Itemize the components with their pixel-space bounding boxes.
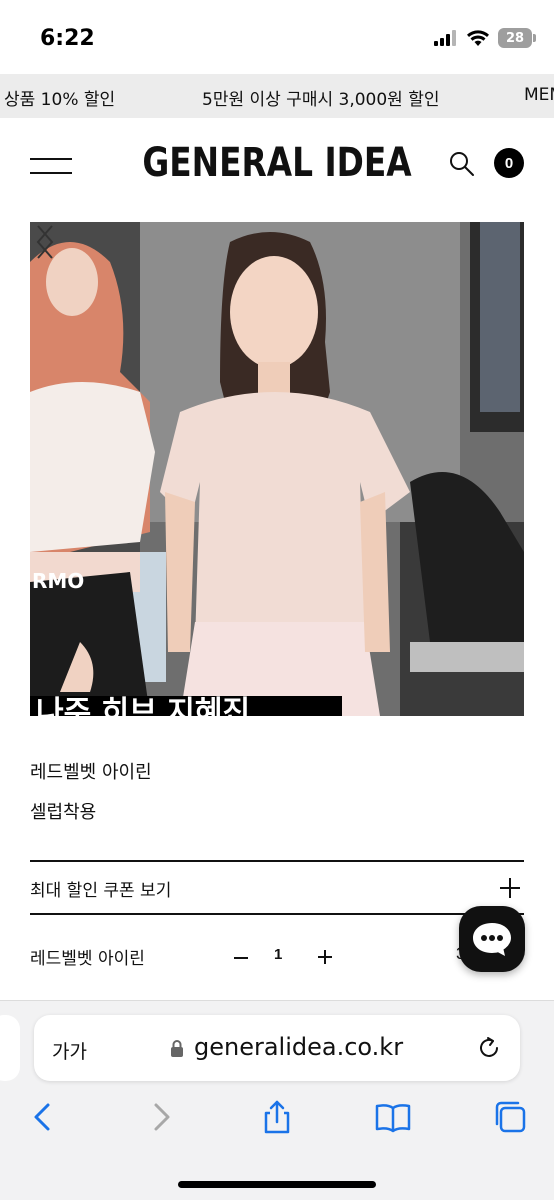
back-icon[interactable]	[26, 1099, 62, 1135]
quantity-value[interactable]: 1	[274, 946, 282, 963]
option-label: 레드벨벳 아이린	[30, 949, 145, 969]
product-tag: 셀럽착용	[30, 802, 97, 823]
lock-icon	[171, 1040, 183, 1057]
battery-indicator: 28	[498, 28, 536, 48]
page-settings-button[interactable]: 가가	[52, 1037, 87, 1064]
search-icon[interactable]	[448, 150, 476, 178]
quantity-minus-button[interactable]	[232, 948, 250, 966]
tabs-icon[interactable]	[492, 1099, 528, 1135]
marquee-text-center: 5만원 이상 구매시 3,000원 할인	[202, 90, 440, 110]
product-image-carousel[interactable]: RMO 나주 히브 지혜진	[30, 222, 524, 716]
status-bar: 6:22 28	[0, 0, 554, 78]
bookmarks-icon[interactable]	[375, 1099, 411, 1135]
browser-bar: 가가 generalidea.co.kr	[0, 1000, 554, 1200]
previous-tab-card[interactable]	[0, 1015, 20, 1081]
marquee-text-left: 상품 10% 할인	[4, 90, 116, 110]
divider	[30, 913, 524, 915]
quantity-plus-button[interactable]	[316, 948, 334, 966]
share-icon[interactable]	[259, 1099, 295, 1135]
address-bar[interactable]: 가가 generalidea.co.kr	[34, 1015, 520, 1081]
wifi-icon	[467, 30, 489, 46]
svg-text:RMO: RMO	[32, 569, 84, 593]
announcement-marquee[interactable]: 상품 10% 할인 5만원 이상 구매시 3,000원 할인 MEM	[0, 74, 554, 118]
expand-plus-icon[interactable]	[500, 878, 520, 898]
hero-overlay-caption: 나주 히브 지혜진	[36, 695, 250, 716]
product-photo: RMO 나주 히브 지혜진	[30, 222, 524, 716]
product-name: 레드벨벳 아이린	[30, 762, 152, 783]
site-header: GENERAL IDEA 0	[0, 118, 554, 218]
cellular-signal-icon	[434, 30, 456, 46]
status-icons: 28	[434, 28, 536, 48]
home-indicator	[178, 1181, 376, 1188]
coupon-row[interactable]: 최대 할인 쿠폰 보기	[30, 864, 524, 914]
chat-button[interactable]	[459, 906, 525, 972]
divider	[30, 860, 524, 862]
marquee-text-right: MEM	[524, 85, 554, 105]
coupon-label: 최대 할인 쿠폰 보기	[30, 881, 172, 901]
carousel-next-arrow[interactable]	[30, 222, 60, 262]
forward-icon[interactable]	[144, 1099, 180, 1135]
status-time: 6:22	[40, 26, 95, 51]
url-text[interactable]: generalidea.co.kr	[194, 1033, 403, 1061]
selected-option-row: 레드벨벳 아이린 1 3	[30, 930, 524, 980]
chat-bubble-icon	[473, 923, 511, 956]
site-logo[interactable]: GENERAL IDEA	[50, 140, 504, 186]
cart-count-badge[interactable]: 0	[494, 148, 524, 178]
reload-icon[interactable]	[476, 1035, 502, 1061]
